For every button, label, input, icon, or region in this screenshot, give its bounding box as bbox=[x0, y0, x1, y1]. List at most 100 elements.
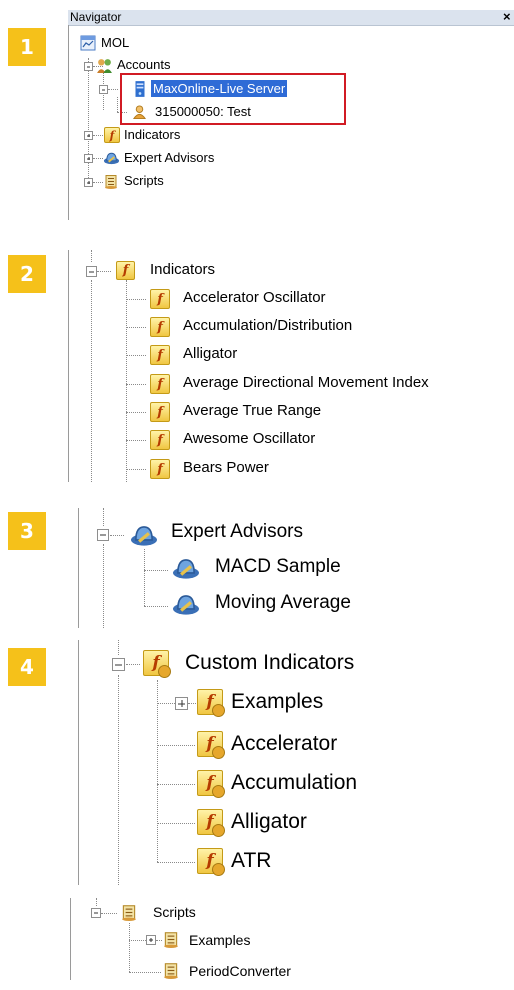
tree-line bbox=[157, 680, 158, 862]
tree-line bbox=[129, 940, 146, 941]
expand-icon[interactable] bbox=[84, 154, 93, 163]
tree-line bbox=[157, 823, 195, 824]
expand-icon[interactable] bbox=[175, 697, 188, 710]
indicator-icon: f bbox=[150, 345, 170, 365]
expert-advisor-icon bbox=[170, 555, 202, 581]
tree-line bbox=[126, 469, 146, 470]
tree-item-scripts[interactable]: Scripts bbox=[124, 173, 164, 188]
accounts-icon bbox=[96, 57, 113, 74]
tree-line bbox=[97, 271, 111, 272]
collapse-icon[interactable] bbox=[86, 266, 97, 277]
indicator-icon: f bbox=[150, 459, 170, 479]
collapse-icon[interactable] bbox=[91, 908, 101, 918]
script-icon bbox=[162, 930, 180, 949]
indicator-item[interactable]: Accelerator Oscillator bbox=[183, 289, 326, 306]
tree-line bbox=[157, 745, 195, 746]
tree-item-indicators[interactable]: Indicators bbox=[124, 127, 180, 142]
custom-indicator-item[interactable]: Accumulation bbox=[231, 771, 357, 795]
tree-line bbox=[188, 703, 196, 704]
step-badge-4: 4 bbox=[8, 648, 46, 686]
tree-line bbox=[157, 862, 195, 863]
indicator-icon: f bbox=[150, 430, 170, 450]
expert-advisor-item[interactable]: MACD Sample bbox=[215, 556, 341, 578]
expand-icon[interactable] bbox=[84, 178, 93, 187]
panel-left-border bbox=[78, 508, 79, 628]
script-icon bbox=[103, 173, 119, 190]
tree-line bbox=[126, 384, 146, 385]
tree-line bbox=[126, 280, 127, 482]
collapse-icon[interactable] bbox=[112, 658, 125, 671]
custom-indicator-item[interactable]: Accelerator bbox=[231, 732, 337, 756]
custom-indicator-item[interactable]: Alligator bbox=[231, 810, 307, 834]
script-item[interactable]: Examples bbox=[189, 932, 250, 948]
tree-item-expert-advisors[interactable]: Expert Advisors bbox=[124, 150, 214, 165]
indicator-item[interactable]: Alligator bbox=[183, 345, 237, 362]
script-item[interactable]: PeriodConverter bbox=[189, 963, 291, 979]
indicator-item[interactable]: Accumulation/Distribution bbox=[183, 317, 352, 334]
custom-indicator-item[interactable]: Examples bbox=[231, 690, 323, 714]
indicator-item[interactable]: Average Directional Movement Index bbox=[183, 374, 429, 391]
tree-line bbox=[144, 606, 168, 607]
tree-item-server[interactable]: MaxOnline-Live Server bbox=[151, 80, 288, 97]
tree-line bbox=[103, 544, 104, 628]
expand-icon[interactable] bbox=[84, 131, 93, 140]
tree-header-indicators[interactable]: Indicators bbox=[150, 261, 215, 278]
panel-left-border bbox=[78, 640, 79, 885]
tree-line bbox=[117, 97, 118, 112]
indicator-item[interactable]: Bears Power bbox=[183, 459, 269, 476]
navigator-titlebar bbox=[68, 10, 514, 26]
expert-advisor-item[interactable]: Moving Average bbox=[215, 592, 351, 614]
indicator-item[interactable]: Average True Range bbox=[183, 402, 321, 419]
tree-line bbox=[129, 923, 130, 972]
indicator-icon: f bbox=[150, 402, 170, 422]
tree-header-expert-advisors[interactable]: Expert Advisors bbox=[171, 521, 303, 543]
panel-left-border bbox=[70, 898, 71, 980]
collapse-icon[interactable] bbox=[84, 62, 93, 71]
expand-icon[interactable] bbox=[146, 935, 156, 945]
tree-item-accounts[interactable]: Accounts bbox=[117, 57, 170, 72]
close-icon[interactable]: × bbox=[503, 9, 511, 24]
tree-line bbox=[110, 535, 124, 536]
collapse-icon[interactable] bbox=[99, 85, 108, 94]
step-badge-1: 1 bbox=[8, 28, 46, 66]
custom-indicator-icon: f bbox=[197, 848, 225, 876]
tree-line bbox=[157, 784, 195, 785]
tree-line bbox=[126, 664, 140, 665]
script-icon bbox=[162, 961, 180, 980]
indicator-icon: f bbox=[150, 317, 170, 337]
tree-line bbox=[103, 508, 104, 526]
tree-line bbox=[108, 89, 118, 90]
script-icon bbox=[120, 903, 138, 922]
indicator-icon: f bbox=[104, 127, 120, 143]
tree-line bbox=[126, 412, 146, 413]
tree-root-label[interactable]: MOL bbox=[101, 35, 129, 50]
tree-header-custom-indicators[interactable]: Custom Indicators bbox=[185, 651, 354, 675]
tree-line bbox=[129, 972, 161, 973]
tree-header-scripts[interactable]: Scripts bbox=[153, 904, 196, 920]
expert-advisor-icon bbox=[170, 591, 202, 617]
indicator-item[interactable]: Awesome Oscillator bbox=[183, 430, 315, 447]
collapse-icon[interactable] bbox=[97, 529, 109, 541]
user-icon bbox=[132, 104, 147, 120]
expert-advisor-icon bbox=[103, 150, 120, 166]
navigator-title: Navigator bbox=[70, 10, 122, 24]
tree-line bbox=[101, 913, 117, 914]
step-badge-3: 3 bbox=[8, 512, 46, 550]
server-icon bbox=[133, 80, 147, 98]
indicator-icon: f bbox=[150, 289, 170, 309]
step-badge-2: 2 bbox=[8, 255, 46, 293]
tree-line bbox=[144, 570, 168, 571]
tree-item-account[interactable]: 315000050: Test bbox=[155, 104, 251, 119]
tree-line bbox=[126, 299, 146, 300]
tree-line bbox=[157, 703, 175, 704]
custom-indicator-icon: f bbox=[143, 650, 171, 678]
custom-indicator-icon: f bbox=[197, 731, 225, 759]
tree-line bbox=[93, 158, 103, 159]
expert-advisor-icon bbox=[128, 522, 160, 548]
tree-line bbox=[144, 549, 145, 606]
tree-line bbox=[91, 280, 92, 482]
tree-line bbox=[93, 135, 103, 136]
custom-indicator-icon: f bbox=[197, 770, 225, 798]
indicator-icon: f bbox=[116, 261, 135, 280]
custom-indicator-item[interactable]: ATR bbox=[231, 849, 271, 873]
